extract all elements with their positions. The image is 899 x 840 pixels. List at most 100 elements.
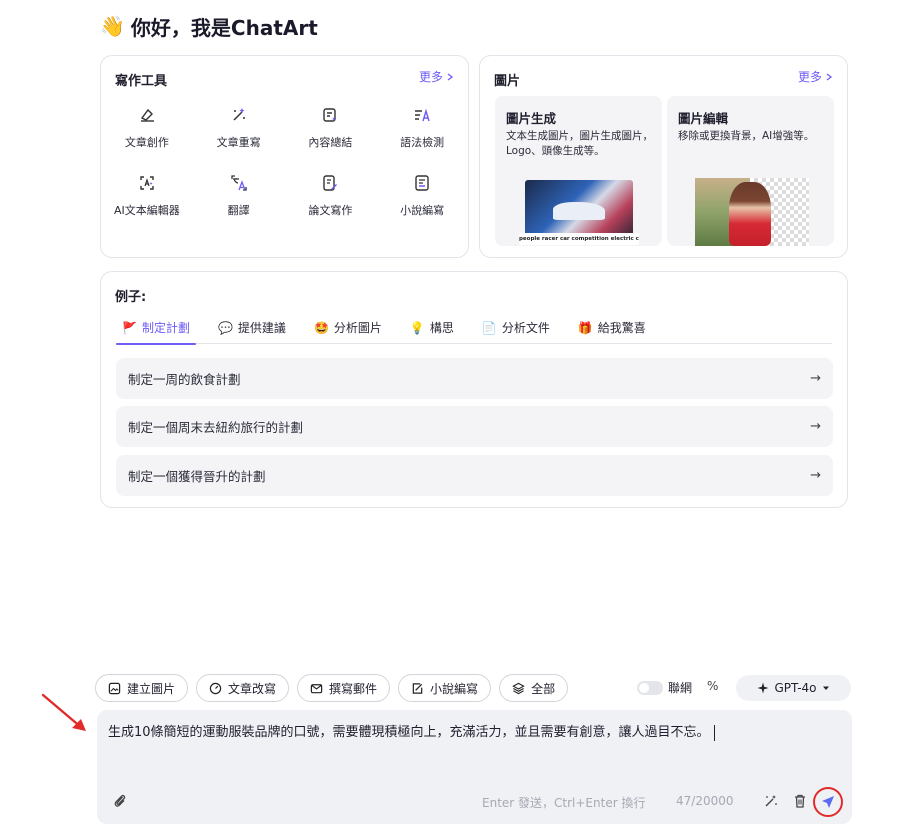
example-text: 制定一周的飲食計劃 <box>128 372 241 387</box>
race-car-thumbnail: people racer car competition electric ca… <box>519 180 639 245</box>
char-counter: 47/20000 <box>676 794 734 808</box>
image-generate-title: 圖片生成 <box>506 111 557 126</box>
tab-label: 給我驚喜 <box>597 321 646 335</box>
tab-label: 制定計劃 <box>141 321 190 335</box>
tab-analyze-file[interactable]: 📄 分析文件 <box>476 312 556 343</box>
chip-label: 建立圖片 <box>127 681 176 696</box>
tab-label: 分析文件 <box>501 321 550 335</box>
more-label: 更多 <box>418 70 443 84</box>
note-edit-icon <box>412 682 423 694</box>
create-image-chip[interactable]: 建立圖片 <box>95 674 189 702</box>
examples-title: 例子: <box>115 290 147 305</box>
chevron-right-icon <box>447 72 454 81</box>
chip-label: 撰寫郵件 <box>329 681 378 696</box>
tab-label: 提供建議 <box>237 321 286 335</box>
writing-tools-card: 寫作工具 更多 文章創作 文章重寫 內容總結 語法檢測 AI文本編輯器 翻譯 論… <box>100 55 469 258</box>
tool-content-summary[interactable]: 內容總結 <box>285 106 377 150</box>
tool-label: 翻譯 <box>227 204 250 217</box>
example-text: 制定一個獲得晉升的計劃 <box>128 469 266 484</box>
send-button[interactable] <box>813 787 843 817</box>
example-item[interactable]: 制定一個獲得晉升的計劃 → <box>116 455 833 496</box>
rewrite-article-chip[interactable]: 文章改寫 <box>196 674 290 702</box>
pen-nib-icon <box>140 108 154 122</box>
tool-label: 文章創作 <box>124 136 169 149</box>
trash-icon[interactable] <box>792 793 808 809</box>
writing-tools-title: 寫作工具 <box>115 74 168 89</box>
model-selector[interactable]: GPT-4o <box>736 675 851 701</box>
tool-article-create[interactable]: 文章創作 <box>101 106 193 150</box>
arrow-right-icon: → <box>810 419 821 434</box>
tab-give-advice[interactable]: 💬 提供建議 <box>212 312 292 343</box>
tab-surprise-me[interactable]: 🎁 給我驚喜 <box>572 312 652 343</box>
car-shape <box>553 202 605 220</box>
chat-bubble-icon: 💬 <box>217 320 233 335</box>
chip-label: 全部 <box>531 681 556 696</box>
annotation-arrow-icon <box>41 693 86 731</box>
tool-ai-text-editor[interactable]: AI文本編輯器 <box>101 174 193 218</box>
arrow-right-icon: → <box>810 371 821 386</box>
write-email-chip[interactable]: 撰寫郵件 <box>297 674 391 702</box>
tool-label: 內容總結 <box>308 136 353 149</box>
caret-down-icon <box>822 686 829 690</box>
examples-card: 例子: 🚩 制定計劃 💬 提供建議 🤩 分析圖片 💡 構思 📄 分析文件 🎁 給我驚喜 制定… <box>100 271 848 508</box>
message-input-text[interactable]: 生成10條簡短的運動服裝品牌的口號，需要體現積極向上，充滿活力，並且需要有創意，… <box>108 724 792 742</box>
tool-translate[interactable]: 翻譯 <box>193 174 285 218</box>
paper-edit-icon <box>323 175 338 191</box>
all-tools-chip[interactable]: 全部 <box>499 674 569 702</box>
wave-emoji: 👋 <box>100 14 125 38</box>
tool-label: 論文寫作 <box>308 204 353 217</box>
tab-label: 構思 <box>429 321 454 335</box>
text-caret <box>713 724 715 741</box>
paperclip-icon[interactable] <box>112 793 128 809</box>
tab-label: 分析圖片 <box>333 321 382 335</box>
more-label: 更多 <box>797 70 822 84</box>
novel-book-icon <box>415 175 429 191</box>
images-title: 圖片 <box>494 74 521 89</box>
tab-make-plan[interactable]: 🚩 制定計劃 <box>116 312 196 345</box>
greeting: 👋 你好，我是ChatArt <box>100 12 318 40</box>
toggle-label: 聯網 <box>668 681 693 695</box>
tool-label: 小說編寫 <box>400 204 445 217</box>
sparkle-icon <box>757 682 769 694</box>
example-item[interactable]: 制定一周的飲食計劃 → <box>116 358 833 399</box>
flag-icon: 🚩 <box>122 320 137 335</box>
image-edit-desc: 移除或更換背景，AI增強等。 <box>678 130 815 142</box>
image-edit-tile[interactable]: 圖片編輯 移除或更換背景，AI增強等。 <box>667 96 834 246</box>
paper-plane-icon <box>822 796 834 808</box>
thumbnail-caption: people racer car competition electric ca… <box>519 233 639 245</box>
mail-icon <box>310 683 323 693</box>
tool-paper-writing[interactable]: 論文寫作 <box>285 174 377 218</box>
toggle-switch[interactable] <box>637 680 663 695</box>
gauge-icon <box>209 682 222 694</box>
background-removal-thumbnail <box>695 178 809 246</box>
percent-icon[interactable]: % <box>707 679 718 693</box>
novel-writing-chip[interactable]: 小說編寫 <box>398 674 492 702</box>
tab-analyze-image[interactable]: 🤩 分析圖片 <box>308 312 388 343</box>
example-item[interactable]: 制定一個周末去紐約旅行的計劃 → <box>116 406 833 447</box>
magic-wand-icon[interactable] <box>763 793 779 809</box>
page-title: 你好，我是ChatArt <box>130 15 318 40</box>
example-text: 制定一個周末去紐約旅行的計劃 <box>128 420 304 435</box>
ai-editor-icon <box>140 176 154 190</box>
translate-icon <box>230 175 247 191</box>
document-icon: 📄 <box>481 320 497 335</box>
image-icon <box>108 682 121 694</box>
images-more-link[interactable]: 更多 <box>798 68 833 85</box>
quick-action-chips: 建立圖片 文章改寫 撰寫郵件 小說編寫 全部 <box>95 674 569 702</box>
tool-novel-writing[interactable]: 小說編寫 <box>376 174 468 218</box>
chip-label: 文章改寫 <box>228 681 277 696</box>
tool-article-rewrite[interactable]: 文章重寫 <box>193 106 285 150</box>
web-search-toggle[interactable]: 聯網 <box>637 679 692 696</box>
chevron-right-icon <box>826 72 833 81</box>
summary-doc-icon <box>323 108 337 122</box>
writing-tools-more-link[interactable]: 更多 <box>419 68 454 85</box>
tab-ideation[interactable]: 💡 構思 <box>404 312 460 343</box>
tool-grammar-check[interactable]: 語法檢測 <box>376 106 468 150</box>
chip-label: 小說編寫 <box>430 681 479 696</box>
message-input[interactable]: 生成10條簡短的運動服裝品牌的口號，需要體現積極向上，充滿活力，並且需要有創意，… <box>97 710 852 824</box>
magic-wand-icon <box>233 108 245 121</box>
examples-tabs: 🚩 制定計劃 💬 提供建議 🤩 分析圖片 💡 構思 📄 分析文件 🎁 給我驚喜 <box>116 312 832 345</box>
image-generate-tile[interactable]: 圖片生成 文本生成圖片，圖片生成圖片，Logo、頭像生成等。 people ra… <box>495 96 662 246</box>
gift-icon: 🎁 <box>577 320 593 335</box>
tool-label: 文章重寫 <box>216 136 261 149</box>
